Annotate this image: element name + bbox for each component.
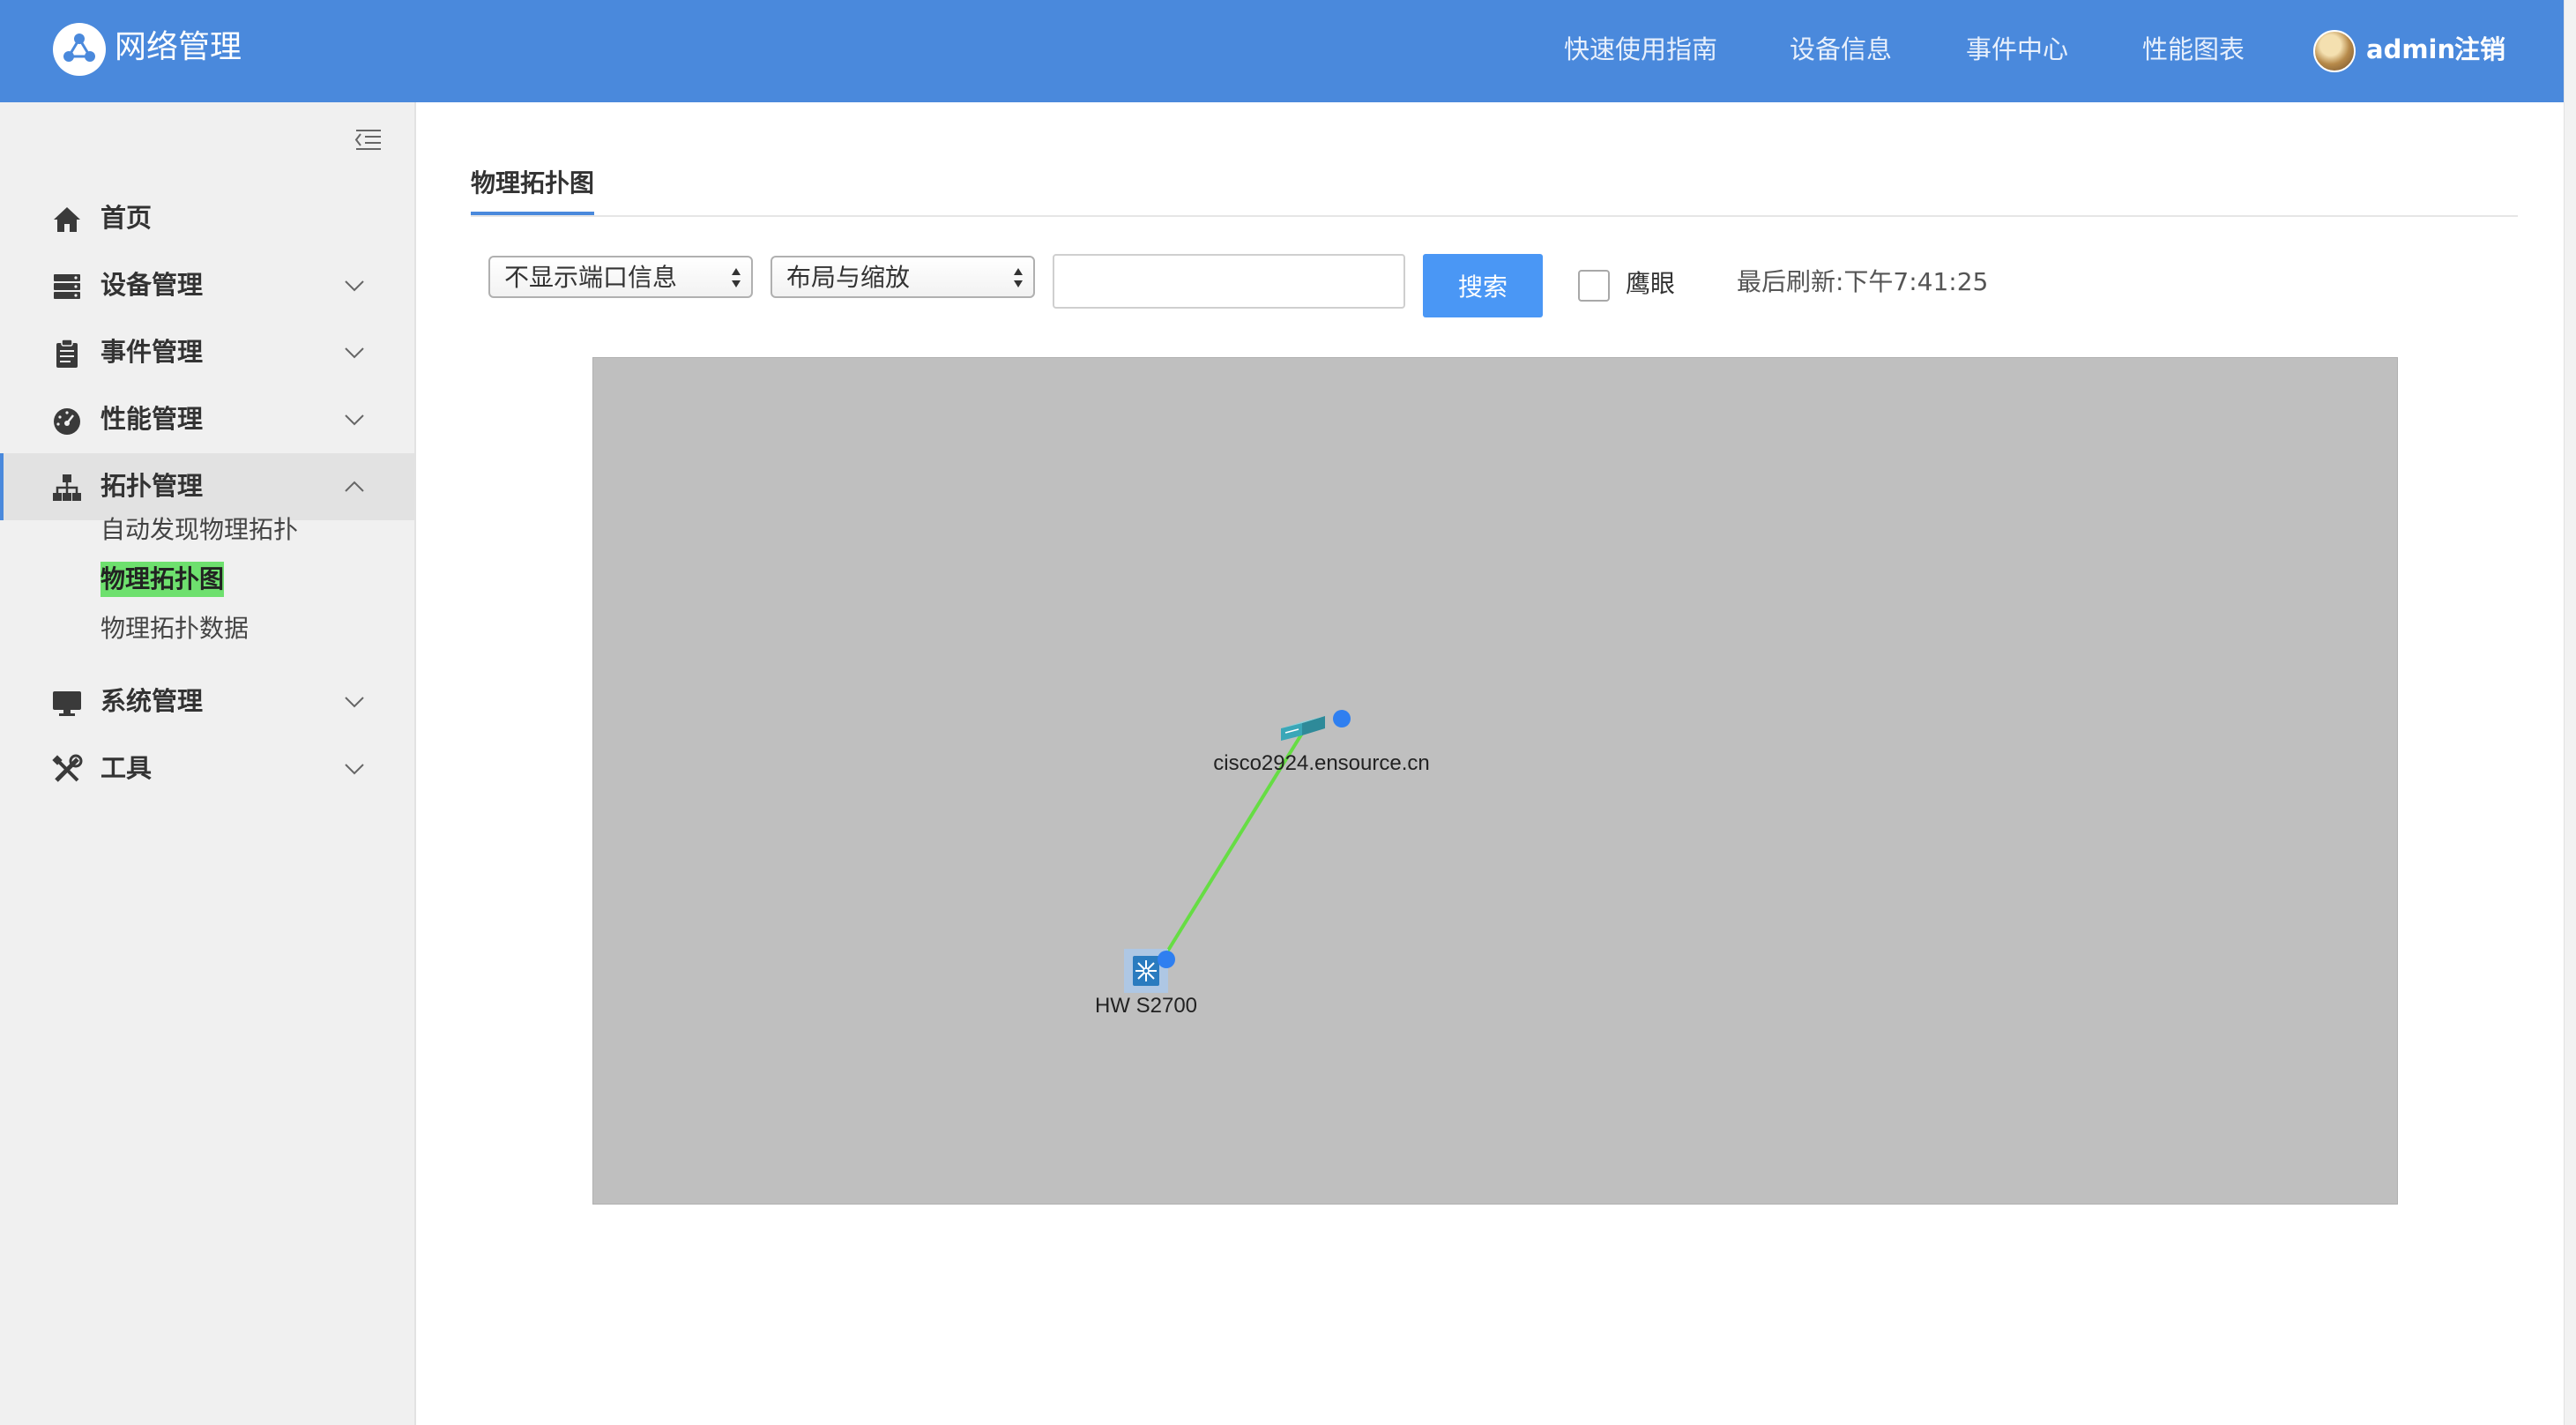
port-info-select-value: 不显示端口信息 <box>504 263 678 292</box>
chevron-up-icon <box>342 474 367 499</box>
sidebar-item-label: 系统管理 <box>101 686 204 716</box>
tools-icon <box>51 754 83 786</box>
tab-physical-topology-map[interactable]: 物理拓扑图 <box>471 166 594 201</box>
desktop-icon <box>51 687 83 719</box>
top-header: 网络管理 快速使用指南 设备信息 事件中心 性能图表 admin 注销 <box>0 0 2576 102</box>
nav-device-info[interactable]: 设备信息 <box>1790 32 1892 67</box>
search-input[interactable] <box>1053 254 1405 309</box>
tab-divider <box>471 215 2518 217</box>
app-title: 网络管理 <box>115 29 242 65</box>
node-label: cisco2924.ensource.cn <box>1213 751 1429 775</box>
chevron-down-icon <box>342 340 367 365</box>
page-scrollbar[interactable] <box>2564 0 2576 1425</box>
sidebar-item-home[interactable]: 首页 <box>0 185 414 252</box>
sidebar: 首页 设备管理 事件管理 性能管理 拓扑管理 自动发现物理拓扑 物理拓扑图 物理… <box>0 102 416 1425</box>
port-info-select[interactable]: 不显示端口信息 <box>488 256 753 298</box>
sidebar-item-label: 拓扑管理 <box>101 471 204 501</box>
chevron-down-icon <box>342 690 367 714</box>
topology-node-cisco[interactable]: cisco2924.ensource.cn <box>1213 710 1430 775</box>
chevron-down-icon <box>342 757 367 781</box>
home-icon <box>51 204 83 235</box>
chevron-down-icon <box>342 273 367 298</box>
logout-button[interactable]: 注销 <box>2454 32 2505 67</box>
eagle-eye-checkbox[interactable] <box>1578 270 1610 302</box>
username: admin <box>2366 34 2456 64</box>
sidebar-item-system-management[interactable]: 系统管理 <box>0 668 414 735</box>
dashboard-icon <box>51 405 83 436</box>
sidebar-item-device-management[interactable]: 设备管理 <box>0 252 414 319</box>
nav-quick-guide[interactable]: 快速使用指南 <box>1564 32 1717 67</box>
sidebar-item-event-management[interactable]: 事件管理 <box>0 319 414 386</box>
submenu-item-auto-discover[interactable]: 自动发现物理拓扑 <box>101 512 298 548</box>
select-arrows-icon <box>1012 265 1024 291</box>
node-status-dot <box>1158 951 1175 968</box>
clipboard-icon <box>51 338 83 369</box>
switch-icon <box>1281 716 1325 741</box>
node-status-dot <box>1333 710 1351 727</box>
sidebar-item-label: 首页 <box>101 203 153 233</box>
node-label: HW S2700 <box>1095 994 1197 1018</box>
nav-event-center[interactable]: 事件中心 <box>1966 32 2068 67</box>
sidebar-item-label: 设备管理 <box>101 270 204 300</box>
eagle-eye-label: 鹰眼 <box>1626 269 1676 298</box>
topology-canvas[interactable]: cisco2924.ensource.cn HW S2700 <box>592 357 2398 1205</box>
avatar[interactable] <box>2313 30 2356 72</box>
sitemap-icon <box>51 472 83 504</box>
submenu-item-physical-topology-data[interactable]: 物理拓扑数据 <box>101 611 249 646</box>
search-button[interactable]: 搜索 <box>1423 254 1543 317</box>
layout-zoom-select[interactable]: 布局与缩放 <box>771 256 1035 298</box>
server-icon <box>51 271 83 302</box>
chevron-down-icon <box>342 407 367 432</box>
sidebar-item-performance-management[interactable]: 性能管理 <box>0 386 414 453</box>
topology-node-hw-s2700[interactable]: HW S2700 <box>1095 949 1197 1018</box>
layout-zoom-select-value: 布局与缩放 <box>786 263 911 292</box>
collapse-sidebar-icon[interactable] <box>353 123 384 155</box>
last-refresh-time: 最后刷新:下午7:41:25 <box>1737 267 1989 296</box>
submenu-item-physical-topology-map[interactable]: 物理拓扑图 <box>101 562 225 597</box>
sidebar-item-label: 事件管理 <box>101 337 204 367</box>
nav-performance-charts[interactable]: 性能图表 <box>2142 32 2245 67</box>
sidebar-item-label: 工具 <box>101 753 153 783</box>
sidebar-item-tools[interactable]: 工具 <box>0 735 414 802</box>
select-arrows-icon <box>730 265 742 291</box>
sidebar-item-label: 性能管理 <box>101 404 204 434</box>
network-logo-icon[interactable] <box>53 23 106 76</box>
sidebar-item-topology-management[interactable]: 拓扑管理 <box>0 453 414 520</box>
